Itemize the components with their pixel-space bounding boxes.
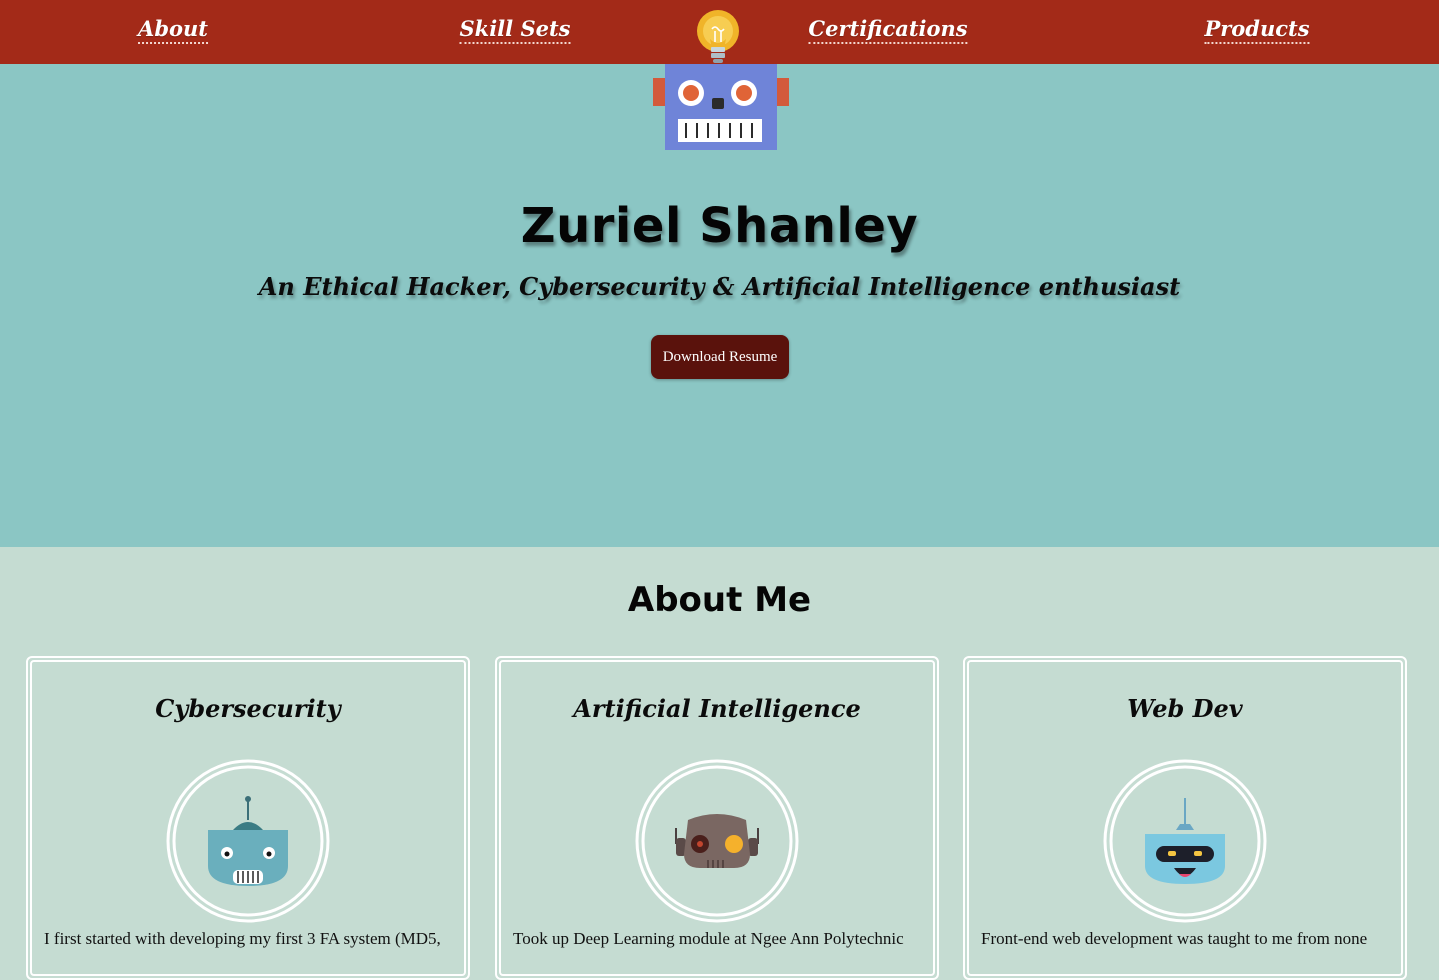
cybersecurity-card: Cybersecurity I first started with devel… xyxy=(26,656,470,980)
card-title: Web Dev xyxy=(1127,694,1243,723)
card-title: Artificial Intelligence xyxy=(573,694,861,723)
card-title: Cybersecurity xyxy=(155,694,341,723)
web-dev-card: Web Dev Front-end web development was ta… xyxy=(963,656,1407,980)
lightbulb-icon xyxy=(697,10,739,63)
card-description: I first started with developing my first… xyxy=(44,929,441,948)
brown-robot-icon xyxy=(635,759,799,923)
blue-robot-icon xyxy=(1103,759,1267,923)
robot-head-logo-icon xyxy=(653,64,789,150)
download-resume-button[interactable]: Download Resume xyxy=(651,335,789,379)
nav-certifications-link[interactable]: Certifications xyxy=(808,16,968,44)
nav-about-link[interactable]: About xyxy=(138,16,208,44)
card-description: Took up Deep Learning module at Ngee Ann… xyxy=(513,929,904,948)
nav-products-link[interactable]: Products xyxy=(1204,16,1310,44)
teal-robot-icon xyxy=(166,759,330,923)
hero-name: Zuriel Shanley xyxy=(520,198,919,254)
nav-skill-sets-link[interactable]: Skill Sets xyxy=(459,16,571,44)
about-me-title: About Me xyxy=(627,580,812,620)
hero-tagline: An Ethical Hacker, Cybersecurity & Artif… xyxy=(258,272,1181,301)
card-description: Front-end web development was taught to … xyxy=(981,929,1368,948)
artificial-intelligence-card: Artificial Intelligence Took up Deep Lea… xyxy=(495,656,939,980)
